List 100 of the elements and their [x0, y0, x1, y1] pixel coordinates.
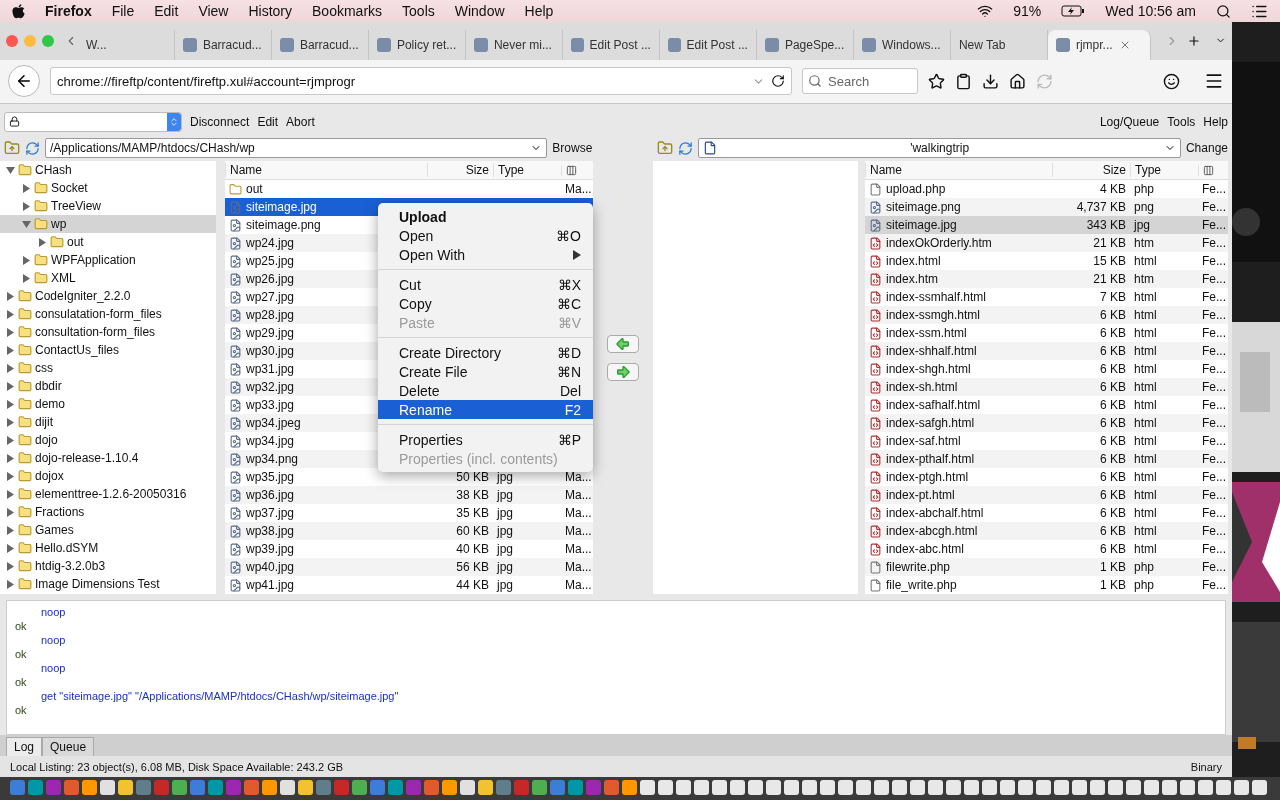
file-date: Ma...	[564, 470, 593, 485]
file-date: Fe...	[1201, 488, 1227, 503]
file-size: 21 KB	[1092, 236, 1127, 251]
file-size: 35 KB	[455, 506, 490, 521]
file-size: 6 KB	[1099, 506, 1127, 521]
file-name: wp36.jpg	[225, 488, 427, 503]
file-name: index-pt.html	[865, 488, 1052, 503]
file-size: 6 KB	[1099, 434, 1127, 449]
file-name: index-ssm.html	[865, 326, 1052, 341]
file-name: wp35.jpg	[225, 470, 427, 485]
file-name: index-ssmhalf.html	[865, 290, 1052, 305]
file-date: Fe...	[1201, 470, 1227, 485]
file-size: 6 KB	[1099, 488, 1127, 503]
file-date: Fe...	[1201, 218, 1227, 233]
file-date: Fe...	[1201, 254, 1227, 269]
file-type: png	[1133, 200, 1156, 215]
file-name: index.htm	[865, 272, 1052, 287]
file-size: 6 KB	[1099, 380, 1127, 395]
file-size: 7 KB	[1099, 290, 1127, 305]
file-date: Fe...	[1201, 200, 1227, 215]
file-name: index-ssmgh.html	[865, 308, 1052, 323]
transfer-mode: Binary	[1190, 760, 1222, 773]
file-date: Fe...	[1201, 236, 1227, 251]
file-size: 56 KB	[455, 560, 490, 575]
file-type: html	[1133, 344, 1158, 359]
log-response: ok	[15, 647, 28, 662]
file-date: Ma...	[564, 560, 593, 575]
log-command: noop	[40, 605, 67, 620]
file-type: html	[1133, 254, 1158, 269]
file-name: siteimage.png	[865, 200, 1052, 215]
file-size: 21 KB	[1092, 272, 1127, 287]
file-type: jpg	[495, 488, 514, 503]
file-name: wp38.jpg	[225, 524, 427, 539]
file-date: Fe...	[1201, 416, 1227, 431]
file-size: 4 KB	[1099, 182, 1127, 197]
file-name: index-sh.html	[865, 380, 1052, 395]
file-date: Fe...	[1201, 434, 1227, 449]
file-type: jpg	[495, 506, 514, 521]
file-name: index-abchalf.html	[865, 506, 1052, 521]
file-date: Fe...	[1201, 452, 1227, 467]
file-type: html	[1133, 506, 1158, 521]
file-date: Ma...	[564, 506, 593, 521]
file-name: upload.php	[865, 182, 1052, 197]
file-size: 44 KB	[455, 578, 490, 593]
file-name: wp41.jpg	[225, 578, 427, 593]
file-type: php	[1133, 182, 1156, 197]
file-type: htm	[1133, 272, 1155, 287]
file-type: html	[1133, 308, 1158, 323]
file-size: 343 KB	[1085, 218, 1127, 233]
file-name: indexOkOrderly.htm	[865, 236, 1052, 251]
file-type: html	[1133, 416, 1158, 431]
file-date: Ma...	[564, 542, 593, 557]
file-date: Fe...	[1201, 326, 1227, 341]
file-name: index-shhalf.html	[865, 344, 1052, 359]
file-name: index-abcgh.html	[865, 524, 1052, 539]
file-type: html	[1133, 362, 1158, 377]
file-size: 6 KB	[1099, 470, 1127, 485]
file-type: html	[1133, 380, 1158, 395]
file-size: 15 KB	[1092, 254, 1127, 269]
file-date: Fe...	[1201, 344, 1227, 359]
file-type: htm	[1133, 236, 1155, 251]
file-type: html	[1133, 398, 1158, 413]
file-date: Fe...	[1201, 506, 1227, 521]
file-size: 6 KB	[1099, 308, 1127, 323]
file-size: 6 KB	[1099, 524, 1127, 539]
file-size: 1 KB	[1099, 578, 1127, 593]
log-command: noop	[40, 661, 67, 676]
file-date: Fe...	[1201, 578, 1227, 593]
log-response: ok	[15, 675, 28, 690]
file-date: Fe...	[1201, 398, 1227, 413]
file-name: wp39.jpg	[225, 542, 427, 557]
file-date: Fe...	[1201, 290, 1227, 305]
file-size: 1 KB	[1099, 560, 1127, 575]
file-type: html	[1133, 290, 1158, 305]
file-size: 6 KB	[1099, 344, 1127, 359]
file-name: index-saf.html	[865, 434, 1052, 449]
file-size: 50 KB	[455, 470, 490, 485]
file-name: file_write.php	[865, 578, 1052, 593]
file-date: Fe...	[1201, 272, 1227, 287]
file-type: jpg	[495, 542, 514, 557]
status-text: Local Listing: 23 object(s), 6.08 MB, Disk Space Available: 243.2 GB	[10, 760, 344, 773]
file-date: Ma...	[564, 578, 593, 593]
file-size: 4,737 KB	[1075, 200, 1127, 215]
file-date: Fe...	[1201, 362, 1227, 377]
file-name: out	[225, 182, 427, 197]
file-type: jpg	[1132, 218, 1151, 233]
file-name: index-shgh.html	[865, 362, 1052, 377]
file-size: 6 KB	[1099, 452, 1127, 467]
file-name: index-pthalf.html	[865, 452, 1052, 467]
file-type: php	[1133, 578, 1156, 593]
file-date: Fe...	[1201, 542, 1227, 557]
file-type: jpg	[495, 524, 514, 539]
file-type: jpg	[495, 470, 514, 485]
file-date: Ma...	[564, 524, 593, 539]
file-type: html	[1133, 488, 1158, 503]
file-date: Ma...	[564, 182, 593, 197]
file-type: html	[1133, 542, 1158, 557]
log-response: ok	[15, 703, 28, 718]
file-size: 6 KB	[1099, 362, 1127, 377]
file-name: wp37.jpg	[225, 506, 427, 521]
